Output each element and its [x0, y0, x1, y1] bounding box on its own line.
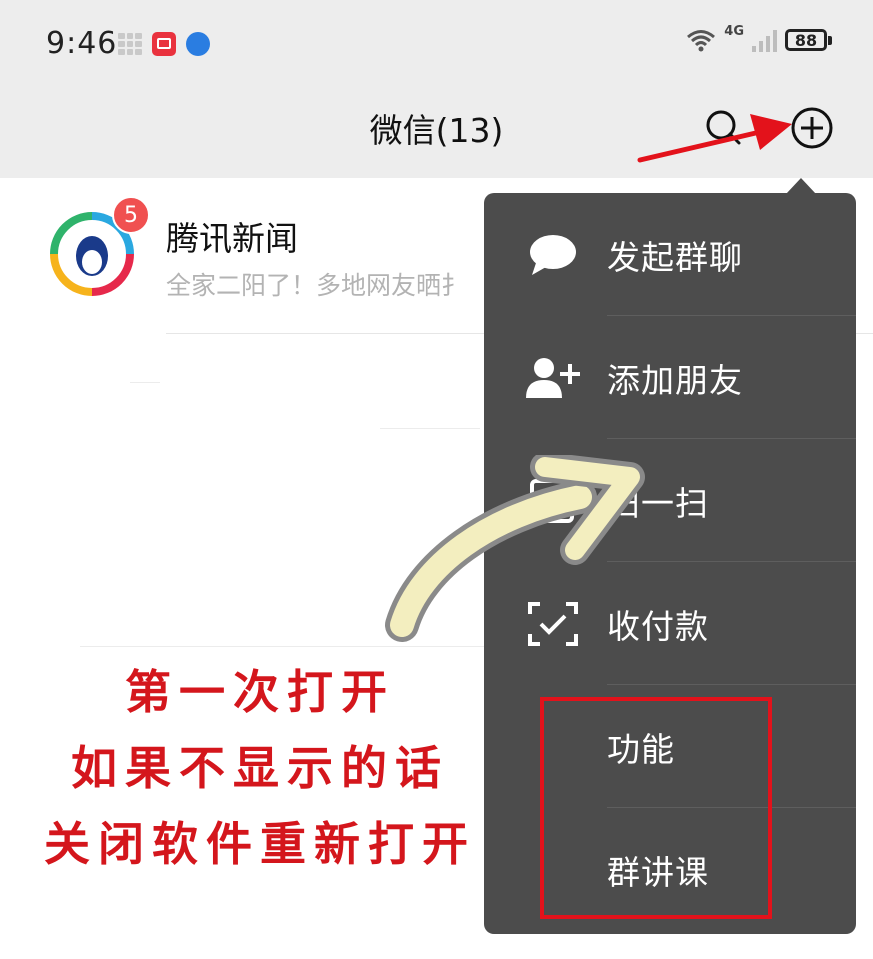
status-time: 9:46 [46, 26, 118, 61]
annotation-line-3: 关闭软件重新打开 [44, 817, 476, 871]
menu-pointer [786, 178, 816, 194]
status-notification-icons [118, 32, 210, 56]
chat-preview: 全家二阳了！多地网友晒扌 [166, 271, 467, 300]
annotation-line-2: 如果不显示的话 [71, 741, 449, 795]
menu-item-label: 添加朋友 [607, 361, 743, 400]
menu-item-label: 发起群聊 [607, 238, 743, 277]
browser-app-icon [186, 32, 210, 56]
faint-line [380, 428, 480, 429]
unread-badge: 5 [112, 196, 150, 234]
grid-app-icon [118, 33, 142, 55]
highlight-box-annotation [540, 697, 772, 919]
menu-item-add-friend[interactable]: 添加朋友 [484, 316, 856, 439]
status-system-icons: 4G 88 [686, 24, 832, 52]
add-friend-icon [526, 358, 580, 398]
faint-line [130, 382, 160, 383]
chat-name: 腾讯新闻 [166, 219, 298, 258]
chat-bubble-icon [530, 235, 576, 275]
red-arrow-annotation [637, 114, 792, 163]
cream-arrow-annotation [385, 455, 645, 642]
battery-icon: 88 [785, 29, 832, 51]
menu-item-group-chat[interactable]: 发起群聊 [484, 193, 856, 316]
battery-level: 88 [794, 30, 818, 50]
annotation-line-1: 第一次打开 [125, 665, 395, 719]
signal-strength-icon [752, 28, 777, 52]
wifi-icon [687, 30, 716, 52]
book-app-icon [152, 32, 176, 56]
network-type-label: 4G [724, 23, 744, 39]
